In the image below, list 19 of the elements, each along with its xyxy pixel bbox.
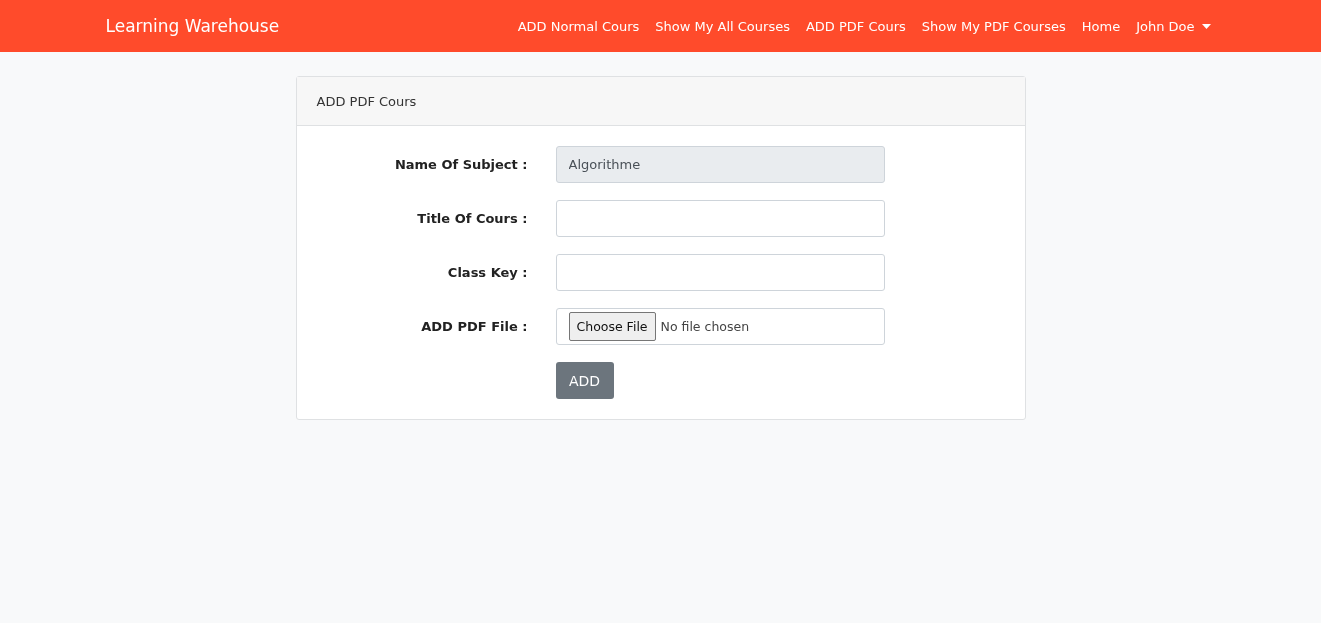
field-label: Name Of Subject : [393, 157, 528, 172]
file-status: No file chosen [660, 319, 750, 334]
field-label: ADD PDF File : [420, 319, 528, 334]
nav-link[interactable]: ADD PDF Cours [805, 18, 906, 34]
file-input[interactable]: Choose File No file chosen [555, 308, 885, 345]
choose-file-button[interactable]: Choose File [568, 312, 656, 341]
input-field[interactable] [555, 254, 885, 291]
field-label: Title Of Cours : [416, 211, 528, 226]
nav-link[interactable]: ADD Normal Cours [517, 18, 640, 34]
input-field[interactable] [555, 200, 885, 237]
brand-link[interactable]: Learning Warehouse [105, 16, 280, 36]
nav-link[interactable]: Show My All Courses [655, 18, 790, 34]
caret-icon [1201, 23, 1211, 29]
user-dropdown[interactable]: John Doe [1136, 18, 1211, 34]
field-label: Class Key : [446, 265, 528, 280]
nav-link[interactable]: Home [1081, 18, 1121, 34]
add-button[interactable]: ADD [555, 362, 614, 399]
card-title: ADD PDF Cours [316, 93, 417, 109]
nav-link[interactable]: Show My PDF Courses [921, 18, 1066, 34]
